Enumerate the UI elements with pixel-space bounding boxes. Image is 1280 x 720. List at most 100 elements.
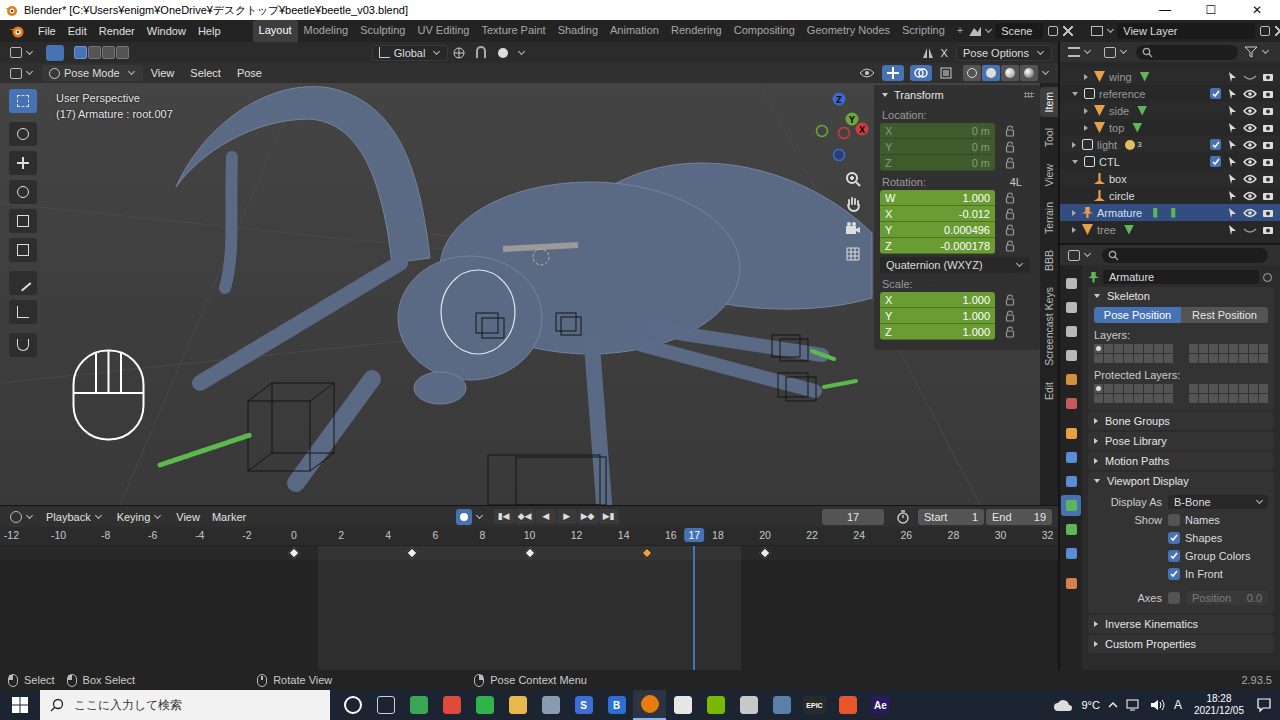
shading-mode-button[interactable] [1001,65,1019,81]
camera-icon[interactable] [844,220,862,238]
sidebar-tab[interactable]: Tool [1040,123,1058,152]
layer-button[interactable] [1104,344,1113,353]
lock-icon[interactable] [1005,224,1015,236]
panel-header[interactable]: Custom Properties [1088,635,1274,653]
menu-item[interactable]: Window [141,25,192,37]
taskbar-app[interactable] [732,690,765,720]
expand-arrow-icon[interactable] [1072,227,1076,233]
layer-button[interactable] [1104,394,1113,403]
copy-icon[interactable] [1048,26,1058,36]
mirror-x-toggle[interactable]: X [939,47,956,59]
pan-hand-icon[interactable] [844,195,862,213]
number-field[interactable]: X-0.012 [880,206,995,222]
tool-button[interactable] [9,333,37,357]
taskbar-app[interactable] [402,690,435,720]
close-icon[interactable] [1275,26,1280,36]
position-button[interactable]: Rest Position [1181,307,1268,323]
layer-button[interactable] [1189,354,1198,363]
taskbar-app[interactable] [666,690,699,720]
taskbar-app[interactable] [699,690,732,720]
outliner-row[interactable]: circle [1060,187,1280,204]
data-icon[interactable] [1150,208,1160,218]
properties-tab[interactable] [1061,423,1081,444]
layer-button[interactable] [1124,354,1133,363]
layer-button[interactable] [1259,344,1268,353]
layer-button[interactable] [1164,354,1173,363]
frame-ruler[interactable]: -12-10-8-6-4-202468101214161820222426283… [0,527,1058,546]
select-arrow-icon[interactable] [1226,88,1238,100]
lock-icon[interactable] [1005,208,1015,220]
layer-button[interactable] [1154,354,1163,363]
panel-header[interactable]: Skeleton [1088,287,1274,305]
render-camera-icon[interactable] [1262,224,1274,236]
render-camera-icon[interactable] [1262,122,1274,134]
layer-button[interactable] [1239,344,1248,353]
data-icon[interactable] [1124,225,1134,235]
drag-grip-icon[interactable] [1024,92,1034,98]
editor-type-icon[interactable] [6,47,40,58]
layer-button[interactable] [1249,384,1258,393]
number-field[interactable]: Z1.000 [880,324,995,340]
outliner-row[interactable]: wing [1060,68,1280,85]
stopwatch-icon[interactable] [896,510,910,524]
workspace-tab[interactable]: Shading [552,20,604,42]
layer-button[interactable] [1164,344,1173,353]
select-arrow-icon[interactable] [1226,122,1238,134]
layer-button[interactable] [1209,394,1218,403]
render-camera-icon[interactable] [1262,71,1274,83]
outliner-row[interactable]: light3 [1060,136,1280,153]
eye-open-icon[interactable] [1243,139,1257,151]
checkbox-option[interactable]: Names [1168,514,1220,526]
layer-button[interactable] [1189,394,1198,403]
layer-button[interactable] [1114,344,1123,353]
timeline-menu[interactable]: Keying [111,511,171,523]
timeline-menu[interactable]: View [170,511,206,523]
lock-icon[interactable] [1005,125,1015,137]
axis-gizmo-icon[interactable]: ZXY [808,89,870,161]
data-icon[interactable] [1137,106,1147,116]
layer-button[interactable] [1239,384,1248,393]
auto-keying-button[interactable] [456,509,472,525]
outliner-row[interactable]: box [1060,170,1280,187]
layer-button[interactable] [1164,384,1173,393]
layer-button[interactable] [1219,344,1228,353]
editor-type-icon[interactable] [6,511,40,523]
layer-button[interactable] [1134,354,1143,363]
properties-tab[interactable] [1061,297,1081,318]
workspace-tab[interactable]: Compositing [728,20,801,42]
number-field[interactable]: Z-0.000178 [880,238,995,254]
render-camera-icon[interactable] [1262,156,1274,168]
panel-header[interactable]: Inverse Kinematics [1088,615,1274,633]
tool-button[interactable] [9,180,37,204]
tool-button[interactable] [9,89,37,113]
menu-item[interactable]: File [32,25,62,37]
exclude-checkbox[interactable] [1210,88,1221,99]
playback-button[interactable]: ◀ [536,509,556,524]
lock-mode-label[interactable]: 4L [1010,176,1032,188]
select-mode-button[interactable] [102,46,115,59]
ime-indicator[interactable]: A [1174,698,1182,712]
view-layer-name[interactable]: View Layer [1117,23,1255,39]
lock-icon[interactable] [1005,310,1015,322]
start-frame-field[interactable]: Start1 [918,509,984,525]
menu-item[interactable]: Edit [62,25,93,37]
grid-icon[interactable] [844,245,862,263]
eye-open-icon[interactable] [1243,88,1257,100]
expand-arrow-icon[interactable] [1072,142,1076,148]
layer-button[interactable] [1229,394,1238,403]
checkbox[interactable] [1168,568,1180,580]
panel-header[interactable]: Transform [880,85,1034,104]
chevron-icon[interactable] [476,511,483,518]
playback-button[interactable]: ▶ [557,509,577,524]
taskbar-app[interactable] [633,690,666,720]
speaker-icon[interactable] [1150,698,1166,712]
properties-tab[interactable] [1061,345,1081,366]
window-control-button[interactable]: ☐ [1188,3,1234,17]
taskbar-app[interactable]: Ae [864,690,897,720]
eye-open-icon[interactable] [1243,122,1257,134]
shading-mode-button[interactable] [963,65,981,81]
menu-item[interactable]: Render [93,25,141,37]
search-field[interactable] [1102,248,1268,263]
expand-arrow-icon[interactable] [1084,125,1088,131]
workspace-tab[interactable]: Rendering [665,20,728,42]
